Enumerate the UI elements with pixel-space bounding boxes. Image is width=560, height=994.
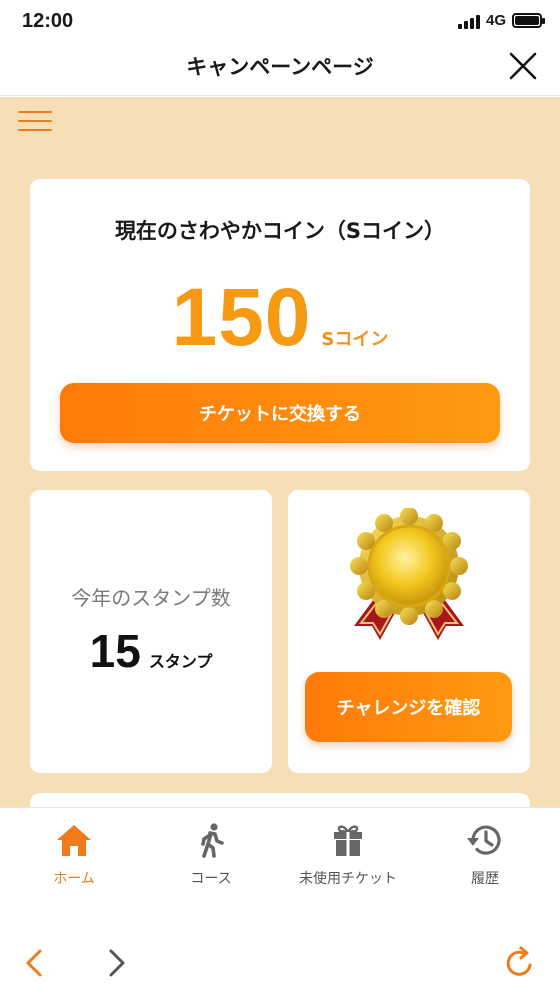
nav-label-unused-tickets: 未使用チケット	[299, 871, 397, 887]
network-type: 4G	[485, 12, 506, 29]
signal-icon	[457, 13, 480, 29]
nav-label-history: 履歴	[471, 871, 499, 887]
reload-icon	[506, 946, 532, 976]
close-icon	[509, 52, 537, 80]
main-content: 現在のさわやかコイン（Sコイン） 150 Sコイン チケットに交換する 今年のスタ…	[0, 97, 560, 807]
coin-heading: 現在のさわやかコイン（Sコイン）	[114, 219, 446, 243]
status-time: 12:00	[22, 10, 74, 32]
coin-balance: 150 Sコイン	[30, 271, 530, 365]
page-title: キャンペーンページ	[186, 55, 374, 79]
reload-button[interactable]	[502, 945, 538, 981]
medal-icon	[350, 508, 468, 640]
chevron-left-icon	[26, 949, 42, 977]
chevron-right-icon	[109, 949, 125, 977]
nav-label-course: コース	[190, 871, 232, 887]
nav-item-home[interactable]: ホーム	[4, 822, 144, 888]
bottom-nav: ホーム コース 未使用チケット 履歴	[0, 807, 560, 905]
stamp-unit: スタンプ	[148, 652, 213, 671]
back-button[interactable]	[18, 945, 54, 981]
exchange-ticket-button[interactable]: チケットに交換する	[60, 383, 500, 443]
coin-card: 現在のさわやかコイン（Sコイン） 150 Sコイン チケットに交換する	[30, 179, 530, 471]
hamburger-menu-button[interactable]	[18, 111, 52, 137]
forward-button[interactable]	[98, 945, 134, 981]
nav-item-course[interactable]: コース	[141, 822, 281, 888]
nav-item-unused-tickets[interactable]: 未使用チケット	[278, 822, 418, 888]
walking-icon	[201, 823, 224, 858]
coin-unit: Sコイン	[321, 329, 389, 350]
home-icon	[57, 825, 91, 856]
stamp-count: 15	[89, 625, 141, 677]
status-bar: 12:00 4G	[0, 0, 560, 44]
history-icon	[467, 825, 501, 855]
challenge-card: チャレンジを確認	[288, 490, 530, 773]
nav-label-home: ホーム	[53, 871, 95, 887]
gift-icon	[334, 825, 362, 856]
nav-item-history[interactable]: 履歴	[415, 822, 555, 888]
coin-amount: 150	[171, 272, 312, 363]
menu-icon	[18, 111, 52, 113]
stamp-total: 15 スタンプ	[30, 624, 272, 678]
next-card	[30, 793, 530, 807]
close-button[interactable]	[506, 49, 540, 83]
stamp-label: 今年のスタンプ数	[71, 586, 231, 610]
stamp-card: 今年のスタンプ数 15 スタンプ	[30, 490, 272, 773]
view-challenge-button[interactable]: チャレンジを確認	[305, 672, 512, 742]
browser-toolbar	[0, 905, 560, 994]
battery-icon	[512, 13, 545, 28]
status-indicators: 4G	[457, 12, 545, 29]
app-header: キャンペーンページ	[0, 44, 560, 96]
